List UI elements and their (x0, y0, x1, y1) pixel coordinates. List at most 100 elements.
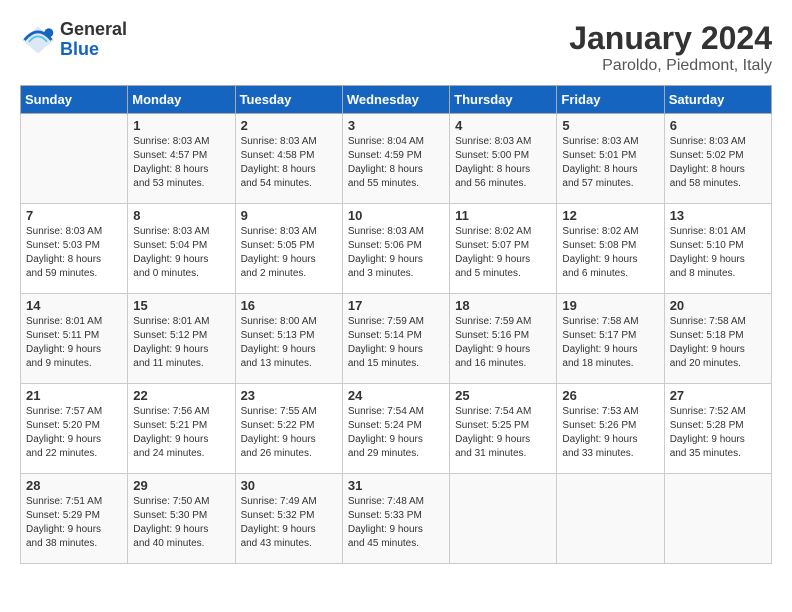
logo-icon (20, 22, 56, 58)
day-info: Sunrise: 7:50 AM Sunset: 5:30 PM Dayligh… (133, 495, 229, 551)
day-number: 11 (455, 208, 551, 223)
day-cell: 10 Sunrise: 8:03 AM Sunset: 5:06 PM Dayli… (342, 204, 449, 294)
day-cell: 5Sunrise: 8:03 AM Sunset: 5:01 PM Daylig… (557, 114, 664, 204)
header-cell-sunday: Sunday (21, 86, 128, 114)
title-area: January 2024 Paroldo, Piedmont, Italy (569, 20, 772, 75)
day-number: 17 (348, 298, 444, 313)
day-info: Sunrise: 8:03 AM Sunset: 5:00 PM Dayligh… (455, 135, 551, 191)
day-info: Sunrise: 7:54 AM Sunset: 5:25 PM Dayligh… (455, 405, 551, 461)
header-cell-friday: Friday (557, 86, 664, 114)
header-cell-wednesday: Wednesday (342, 86, 449, 114)
header-cell-tuesday: Tuesday (235, 86, 342, 114)
day-number: 23 (241, 388, 337, 403)
day-info: Sunrise: 7:49 AM Sunset: 5:32 PM Dayligh… (241, 495, 337, 551)
day-info: Sunrise: 8:02 AM Sunset: 5:07 PM Dayligh… (455, 225, 551, 281)
day-cell: 20 Sunrise: 7:58 AM Sunset: 5:18 PM Dayli… (664, 294, 771, 384)
day-number: 16 (241, 298, 337, 313)
day-info: Sunrise: 8:03 AM Sunset: 4:57 PM Dayligh… (133, 135, 229, 191)
day-number: 24 (348, 388, 444, 403)
day-number: 3 (348, 118, 444, 133)
day-cell: 2Sunrise: 8:03 AM Sunset: 4:58 PM Daylig… (235, 114, 342, 204)
day-info: Sunrise: 7:58 AM Sunset: 5:17 PM Dayligh… (562, 315, 658, 371)
day-cell (450, 474, 557, 564)
day-number: 19 (562, 298, 658, 313)
day-info: Sunrise: 8:03 AM Sunset: 5:05 PM Dayligh… (241, 225, 337, 281)
day-cell: 11 Sunrise: 8:02 AM Sunset: 5:07 PM Dayli… (450, 204, 557, 294)
day-info: Sunrise: 7:54 AM Sunset: 5:24 PM Dayligh… (348, 405, 444, 461)
month-title: January 2024 (569, 20, 772, 57)
day-cell: 3Sunrise: 8:04 AM Sunset: 4:59 PM Daylig… (342, 114, 449, 204)
week-row-1: 1 Sunrise: 8:03 AM Sunset: 4:57 PM Daylig… (21, 114, 772, 204)
day-number: 7 (26, 208, 122, 223)
week-row-5: 28 Sunrise: 7:51 AM Sunset: 5:29 PM Dayli… (21, 474, 772, 564)
day-info: Sunrise: 8:01 AM Sunset: 5:11 PM Dayligh… (26, 315, 122, 371)
day-info: Sunrise: 7:59 AM Sunset: 5:14 PM Dayligh… (348, 315, 444, 371)
day-info: Sunrise: 7:52 AM Sunset: 5:28 PM Dayligh… (670, 405, 766, 461)
page-header: General Blue January 2024 Paroldo, Piedm… (20, 20, 772, 75)
day-number: 6 (670, 118, 766, 133)
day-number: 20 (670, 298, 766, 313)
day-info: Sunrise: 7:59 AM Sunset: 5:16 PM Dayligh… (455, 315, 551, 371)
day-number: 2 (241, 118, 337, 133)
day-cell: 6 Sunrise: 8:03 AM Sunset: 5:02 PM Daylig… (664, 114, 771, 204)
day-cell (557, 474, 664, 564)
day-number: 9 (241, 208, 337, 223)
day-cell: 13 Sunrise: 8:01 AM Sunset: 5:10 PM Dayli… (664, 204, 771, 294)
day-info: Sunrise: 8:03 AM Sunset: 5:04 PM Dayligh… (133, 225, 229, 281)
day-cell: 26Sunrise: 7:53 AM Sunset: 5:26 PM Dayli… (557, 384, 664, 474)
day-number: 14 (26, 298, 122, 313)
day-number: 13 (670, 208, 766, 223)
day-cell: 31Sunrise: 7:48 AM Sunset: 5:33 PM Dayli… (342, 474, 449, 564)
day-info: Sunrise: 8:03 AM Sunset: 5:01 PM Dayligh… (562, 135, 658, 191)
day-cell: 7 Sunrise: 8:03 AM Sunset: 5:03 PM Daylig… (21, 204, 128, 294)
day-number: 4 (455, 118, 551, 133)
day-number: 26 (562, 388, 658, 403)
day-cell: 23 Sunrise: 7:55 AM Sunset: 5:22 PM Dayli… (235, 384, 342, 474)
day-info: Sunrise: 8:03 AM Sunset: 5:06 PM Dayligh… (348, 225, 444, 281)
day-number: 30 (241, 478, 337, 493)
day-cell: 25 Sunrise: 7:54 AM Sunset: 5:25 PM Dayli… (450, 384, 557, 474)
logo: General Blue (20, 20, 127, 60)
day-cell: 30 Sunrise: 7:49 AM Sunset: 5:32 PM Dayli… (235, 474, 342, 564)
day-cell: 9 Sunrise: 8:03 AM Sunset: 5:05 PM Daylig… (235, 204, 342, 294)
day-info: Sunrise: 7:51 AM Sunset: 5:29 PM Dayligh… (26, 495, 122, 551)
day-number: 31 (348, 478, 444, 493)
day-cell: 14 Sunrise: 8:01 AM Sunset: 5:11 PM Dayli… (21, 294, 128, 384)
day-cell: 24 Sunrise: 7:54 AM Sunset: 5:24 PM Dayli… (342, 384, 449, 474)
header-cell-thursday: Thursday (450, 86, 557, 114)
day-cell: 17 Sunrise: 7:59 AM Sunset: 5:14 PM Dayli… (342, 294, 449, 384)
day-number: 15 (133, 298, 229, 313)
day-info: Sunrise: 7:58 AM Sunset: 5:18 PM Dayligh… (670, 315, 766, 371)
week-row-3: 14 Sunrise: 8:01 AM Sunset: 5:11 PM Dayli… (21, 294, 772, 384)
day-cell: 8Sunrise: 8:03 AM Sunset: 5:04 PM Daylig… (128, 204, 235, 294)
day-info: Sunrise: 8:02 AM Sunset: 5:08 PM Dayligh… (562, 225, 658, 281)
header-cell-monday: Monday (128, 86, 235, 114)
day-cell: 18Sunrise: 7:59 AM Sunset: 5:16 PM Dayli… (450, 294, 557, 384)
day-info: Sunrise: 7:55 AM Sunset: 5:22 PM Dayligh… (241, 405, 337, 461)
day-cell: 16Sunrise: 8:00 AM Sunset: 5:13 PM Dayli… (235, 294, 342, 384)
week-row-2: 7 Sunrise: 8:03 AM Sunset: 5:03 PM Daylig… (21, 204, 772, 294)
day-cell: 19 Sunrise: 7:58 AM Sunset: 5:17 PM Dayli… (557, 294, 664, 384)
calendar-table: SundayMondayTuesdayWednesdayThursdayFrid… (20, 85, 772, 564)
day-info: Sunrise: 8:03 AM Sunset: 5:03 PM Dayligh… (26, 225, 122, 281)
day-number: 22 (133, 388, 229, 403)
day-cell: 12Sunrise: 8:02 AM Sunset: 5:08 PM Dayli… (557, 204, 664, 294)
header-cell-saturday: Saturday (664, 86, 771, 114)
day-cell: 29 Sunrise: 7:50 AM Sunset: 5:30 PM Dayli… (128, 474, 235, 564)
logo-general: General (60, 20, 127, 40)
logo-text: General Blue (60, 20, 127, 60)
header-row: SundayMondayTuesdayWednesdayThursdayFrid… (21, 86, 772, 114)
day-info: Sunrise: 8:01 AM Sunset: 5:10 PM Dayligh… (670, 225, 766, 281)
day-number: 29 (133, 478, 229, 493)
day-info: Sunrise: 8:03 AM Sunset: 5:02 PM Dayligh… (670, 135, 766, 191)
day-number: 27 (670, 388, 766, 403)
day-number: 28 (26, 478, 122, 493)
day-number: 1 (133, 118, 229, 133)
day-number: 25 (455, 388, 551, 403)
day-cell: 1 Sunrise: 8:03 AM Sunset: 4:57 PM Daylig… (128, 114, 235, 204)
day-cell: 15Sunrise: 8:01 AM Sunset: 5:12 PM Dayli… (128, 294, 235, 384)
day-cell (21, 114, 128, 204)
day-number: 10 (348, 208, 444, 223)
day-cell: 21Sunrise: 7:57 AM Sunset: 5:20 PM Dayli… (21, 384, 128, 474)
day-info: Sunrise: 7:57 AM Sunset: 5:20 PM Dayligh… (26, 405, 122, 461)
